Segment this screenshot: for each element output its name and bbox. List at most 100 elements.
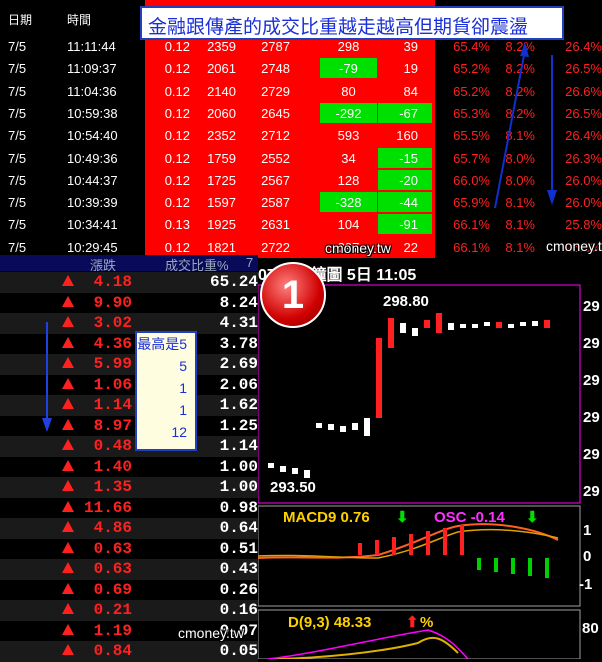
ratio-value: 1.00 — [219, 478, 258, 496]
candle — [472, 324, 478, 328]
cell-6: 39 — [403, 39, 418, 54]
up-triangle-icon — [62, 398, 74, 409]
cell-1: 10:39:39 — [67, 195, 118, 211]
cell-0: 7/5 — [8, 195, 27, 211]
up-triangle-icon — [62, 562, 74, 573]
watermark-1: cmoney.tw — [325, 240, 391, 256]
up-triangle-icon — [62, 603, 74, 614]
y-axis-label: 29 — [583, 335, 600, 352]
cell-1: 10:34:41 — [67, 217, 118, 233]
y-axis-label: 29 — [583, 372, 600, 389]
cell-5: 34 — [341, 150, 356, 166]
cell-3: 2060 — [207, 105, 236, 121]
cell-1: 10:29:45 — [67, 239, 118, 255]
change-value: 0.63 — [93, 560, 132, 578]
up-triangle-icon — [62, 644, 74, 655]
list-item: 0.21 0.16 — [0, 600, 258, 621]
candle — [268, 463, 274, 468]
kd-y-80: 80 — [582, 620, 599, 637]
cell-3: 2061 — [207, 61, 236, 77]
list-item: 1.40 1.00 — [0, 456, 258, 477]
kd-percent: % — [420, 614, 434, 631]
candle — [496, 322, 502, 328]
change-value: 9.90 — [93, 293, 132, 312]
cell-3: 1725 — [207, 172, 236, 188]
up-triangle-icon — [62, 418, 74, 430]
cell-1: 11:09:37 — [67, 61, 117, 77]
change-value: 1.14 — [93, 396, 132, 414]
cell-2: 0.12 — [164, 39, 190, 54]
cell-1: 10:59:38 — [67, 105, 118, 121]
osc-bar — [409, 534, 413, 555]
up-triangle-icon — [62, 377, 74, 389]
ratio-value: 65.24 — [209, 273, 258, 291]
candle — [520, 322, 526, 326]
cell-0: 7/5 — [8, 239, 27, 255]
list-item: 9.90 8.24 — [0, 292, 258, 313]
change-value: 0.69 — [93, 580, 132, 599]
cell-4: 2567 — [261, 172, 290, 188]
annotation-note: 最高是5 5 1 1 12 — [135, 331, 197, 451]
badge-number: 1 — [260, 262, 326, 328]
cell-4: 2645 — [261, 105, 290, 121]
osc-bar — [392, 537, 396, 555]
macd-label: MACD9 0.76 — [283, 509, 370, 526]
sector-header: 漲跌 成交比重% 7 — [0, 255, 258, 273]
cell-0: 7/5 — [8, 217, 27, 233]
y-axis-label: 29 — [583, 483, 600, 500]
watermark-3: cmoney.tw — [178, 625, 244, 641]
change-value: 0.84 — [93, 642, 132, 660]
note-line5: 12 — [171, 424, 187, 440]
ratio-value: 1.00 — [219, 457, 258, 476]
cell-0: 7/5 — [8, 61, 27, 77]
up-triangle-icon — [62, 336, 74, 348]
cell-2: 0.12 — [164, 195, 190, 211]
cell-5: 104 — [337, 217, 360, 233]
cell-2: 0.12 — [164, 239, 190, 255]
list-item: 1.35 1.00 — [0, 477, 258, 498]
cell-3: 2359 — [207, 39, 236, 54]
up-triangle-icon — [62, 500, 74, 512]
cell-0: 7/5 — [8, 150, 27, 166]
cell-4: 2552 — [261, 150, 290, 166]
high-label: 298.80 — [383, 293, 429, 310]
candle — [544, 320, 550, 328]
ratio-value: 0.43 — [219, 560, 258, 578]
candle — [292, 468, 298, 474]
change-value: 5.99 — [93, 355, 132, 373]
cell-5: -328 — [320, 192, 377, 213]
cell-5: 128 — [337, 172, 360, 188]
cell-2: 0.13 — [164, 217, 190, 233]
watermark-2: cmoney.tw — [546, 238, 602, 254]
macd-y-1: 1 — [583, 522, 592, 539]
change-value: 8.97 — [93, 416, 132, 435]
cell-2: 0.12 — [164, 105, 190, 121]
cell-2: 0.12 — [164, 61, 190, 77]
candle — [376, 338, 382, 418]
osc-bar — [477, 558, 481, 570]
cell-1: 11:11:44 — [67, 39, 116, 54]
ratio-value: 4.31 — [219, 314, 258, 332]
cell-3: 1597 — [207, 195, 236, 211]
note-line4: 1 — [179, 402, 187, 418]
list-item: 4.18 65.24 — [0, 272, 258, 293]
osc-bar — [443, 528, 447, 555]
cell-0: 7/5 — [8, 128, 27, 144]
cell-1: 10:49:36 — [67, 150, 118, 166]
candle — [484, 322, 490, 326]
ratio-value: 0.98 — [219, 498, 258, 517]
change-value: 11.66 — [83, 498, 132, 517]
osc-down-icon: ⬇ — [526, 509, 539, 526]
candle — [316, 423, 322, 428]
cell-5: 298 — [337, 39, 360, 54]
cell-3: 1925 — [207, 217, 236, 233]
change-value: 0.21 — [93, 601, 132, 619]
ratio-value: 0.64 — [219, 519, 258, 537]
up-triangle-icon — [62, 316, 74, 327]
cell-2: 0.12 — [164, 172, 190, 188]
osc-bar — [545, 558, 549, 578]
cell-5: 80 — [341, 83, 356, 99]
candle — [436, 313, 442, 333]
cell-6: -15 — [378, 147, 432, 168]
cell-1: 10:54:40 — [67, 128, 118, 144]
